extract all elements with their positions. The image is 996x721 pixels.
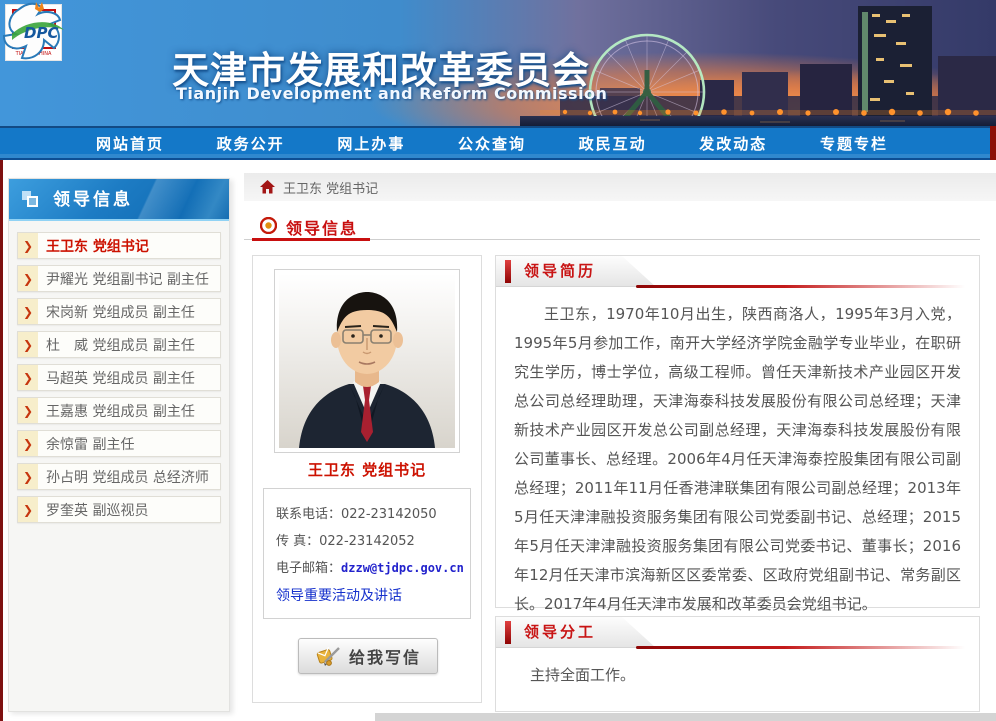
- nav-home[interactable]: 网站首页: [96, 133, 164, 154]
- division-section-header: 领导分工: [496, 617, 979, 649]
- sidebar-item-yujinglei[interactable]: ❯ 余惊雷 副主任: [17, 430, 221, 457]
- sidebar-item-label: 尹耀光 党组副书记 副主任: [46, 269, 209, 289]
- sidebar-header: 领导信息: [9, 179, 229, 221]
- sidebar-list: ❯ 王卫东 党组书记 ❯ 尹耀光 党组副书记 副主任 ❯ 宋岗新 党组成员 副主…: [9, 221, 229, 523]
- nav-interaction[interactable]: 政民互动: [579, 133, 647, 154]
- tab-leader-info[interactable]: 领导信息: [286, 215, 358, 239]
- nav-gov-info[interactable]: 政务公开: [217, 133, 285, 154]
- sidebar-item-luokuiying[interactable]: ❯ 罗奎英 副巡视员: [17, 496, 221, 523]
- chevron-right-icon: ❯: [18, 266, 38, 291]
- chevron-right-icon: ❯: [18, 431, 38, 456]
- red-divider-line: [636, 285, 965, 288]
- chevron-right-icon: ❯: [18, 332, 38, 357]
- chevron-right-icon: ❯: [18, 299, 38, 324]
- sidebar-item-songgangxin[interactable]: ❯ 宋岗新 党组成员 副主任: [17, 298, 221, 325]
- main-nav: 网站首页 政务公开 网上办事 公众查询 政民互动 发改动态 专题专栏: [0, 126, 996, 160]
- phone-value: 022-23142050: [341, 507, 437, 522]
- chevron-right-icon: ❯: [18, 365, 38, 390]
- division-section-title: 领导分工: [524, 617, 596, 648]
- leader-profile-card: 王卫东 党组书记 联系电话：022-23142050 传 真：022-23142…: [252, 255, 482, 703]
- contact-phone-line: 联系电话：022-23142050: [276, 501, 470, 528]
- site-banner: 天津 ■◆ TIANJIN·CHINA DPC 天津市发展和改革委员会 Tian…: [0, 0, 996, 126]
- nav-online-services[interactable]: 网上办事: [337, 133, 405, 154]
- left-edge-red-strip: [0, 160, 3, 721]
- write-to-me-button[interactable]: 给我写信: [298, 638, 438, 674]
- fax-value: 022-23142052: [319, 534, 415, 549]
- contact-fax-line: 传 真：022-23142052: [276, 528, 470, 555]
- chevron-right-icon: ❯: [18, 233, 38, 258]
- sidebar-leader-info: 领导信息 ❯ 王卫东 党组书记 ❯ 尹耀光 党组副书记 副主任 ❯ 宋岗新 党组…: [8, 178, 230, 712]
- breadcrumb-text: 王卫东 党组书记: [283, 178, 378, 197]
- nav-right-red-cap: [990, 126, 996, 160]
- pen-mail-icon: [315, 644, 341, 668]
- red-divider-line: [636, 646, 965, 649]
- contact-email-line: 电子邮箱：dzzw@tjdpc.gov.cn: [276, 555, 470, 582]
- sidebar-item-label: 杜 威 党组成员 副主任: [46, 335, 195, 355]
- nav-ndrc-news[interactable]: 发改动态: [699, 133, 767, 154]
- sidebar-item-label: 宋岗新 党组成员 副主任: [46, 302, 195, 322]
- sidebar-item-yinyaoguang[interactable]: ❯ 尹耀光 党组副书记 副主任: [17, 265, 221, 292]
- fax-label: 传 真：: [276, 534, 319, 549]
- squares-icon: [21, 190, 43, 210]
- sidebar-item-label: 余惊雷 副主任: [46, 434, 134, 454]
- breadcrumb: 王卫东 党组书记: [244, 173, 996, 201]
- nav-special-columns[interactable]: 专题专栏: [820, 133, 888, 154]
- resume-body-text: 王卫东，1970年10月出生，陕西商洛人，1995年3月入党，1995年5月参加…: [496, 288, 979, 619]
- sidebar-item-label: 王嘉惠 党组成员 副主任: [46, 401, 195, 421]
- tab-active-underline: [252, 238, 370, 241]
- resume-section-header: 领导简历: [496, 256, 979, 288]
- sidebar-item-machaoying[interactable]: ❯ 马超英 党组成员 副主任: [17, 364, 221, 391]
- sidebar-item-wangweidong[interactable]: ❯ 王卫东 党组书记: [17, 232, 221, 259]
- sidebar-item-label: 罗奎英 副巡视员: [46, 500, 148, 520]
- sidebar-item-label: 马超英 党组成员 副主任: [46, 368, 195, 388]
- sidebar-item-wangjiahui[interactable]: ❯ 王嘉惠 党组成员 副主任: [17, 397, 221, 424]
- sidebar-item-label: 孙占明 党组成员 总经济师: [46, 467, 209, 487]
- resume-section-title: 领导简历: [524, 256, 596, 287]
- contact-info-box: 联系电话：022-23142050 传 真：022-23142052 电子邮箱：…: [263, 488, 471, 619]
- leader-name-caption: 王卫东 党组书记: [253, 459, 481, 480]
- chevron-right-icon: ❯: [18, 398, 38, 423]
- email-label: 电子邮箱：: [276, 561, 341, 576]
- site-subtitle-en: Tianjin Development and Reform Commissio…: [176, 84, 607, 103]
- dpc-logo-text: DPC: [24, 24, 58, 42]
- phone-label: 联系电话：: [276, 507, 341, 522]
- red-bar-icon: [505, 260, 511, 283]
- sidebar-item-duwei[interactable]: ❯ 杜 威 党组成员 副主任: [17, 331, 221, 358]
- home-icon[interactable]: [260, 180, 275, 194]
- leader-division-section: 领导分工 主持全面工作。: [495, 616, 980, 712]
- sidebar-item-label: 王卫东 党组书记: [46, 236, 149, 256]
- leader-photo-frame: [274, 269, 460, 453]
- sidebar-item-sunzhanming[interactable]: ❯ 孙占明 党组成员 总经济师: [17, 463, 221, 490]
- nav-public-inquiry[interactable]: 公众查询: [458, 133, 526, 154]
- chevron-right-icon: ❯: [18, 464, 38, 489]
- leader-portrait-photo: [279, 274, 455, 448]
- target-bullet-icon: [260, 217, 277, 234]
- write-button-label: 给我写信: [349, 644, 421, 668]
- sidebar-title: 领导信息: [53, 179, 133, 221]
- page-root: 天津 ■◆ TIANJIN·CHINA DPC 天津市发展和改革委员会 Tian…: [0, 0, 996, 721]
- leader-resume-section: 领导简历 王卫东，1970年10月出生，陕西商洛人，1995年3月入党，1995…: [495, 255, 980, 608]
- tab-bar: 领导信息: [244, 212, 980, 240]
- dpc-logo: DPC: [0, 0, 80, 66]
- leader-activities-link[interactable]: 领导重要活动及讲话: [276, 582, 470, 610]
- red-bar-icon: [505, 621, 511, 644]
- email-value[interactable]: dzzw@tjdpc.gov.cn: [341, 561, 464, 575]
- chevron-right-icon: ❯: [18, 497, 38, 522]
- division-body-text: 主持全面工作。: [496, 649, 979, 690]
- footer-divider-bar: [375, 713, 996, 721]
